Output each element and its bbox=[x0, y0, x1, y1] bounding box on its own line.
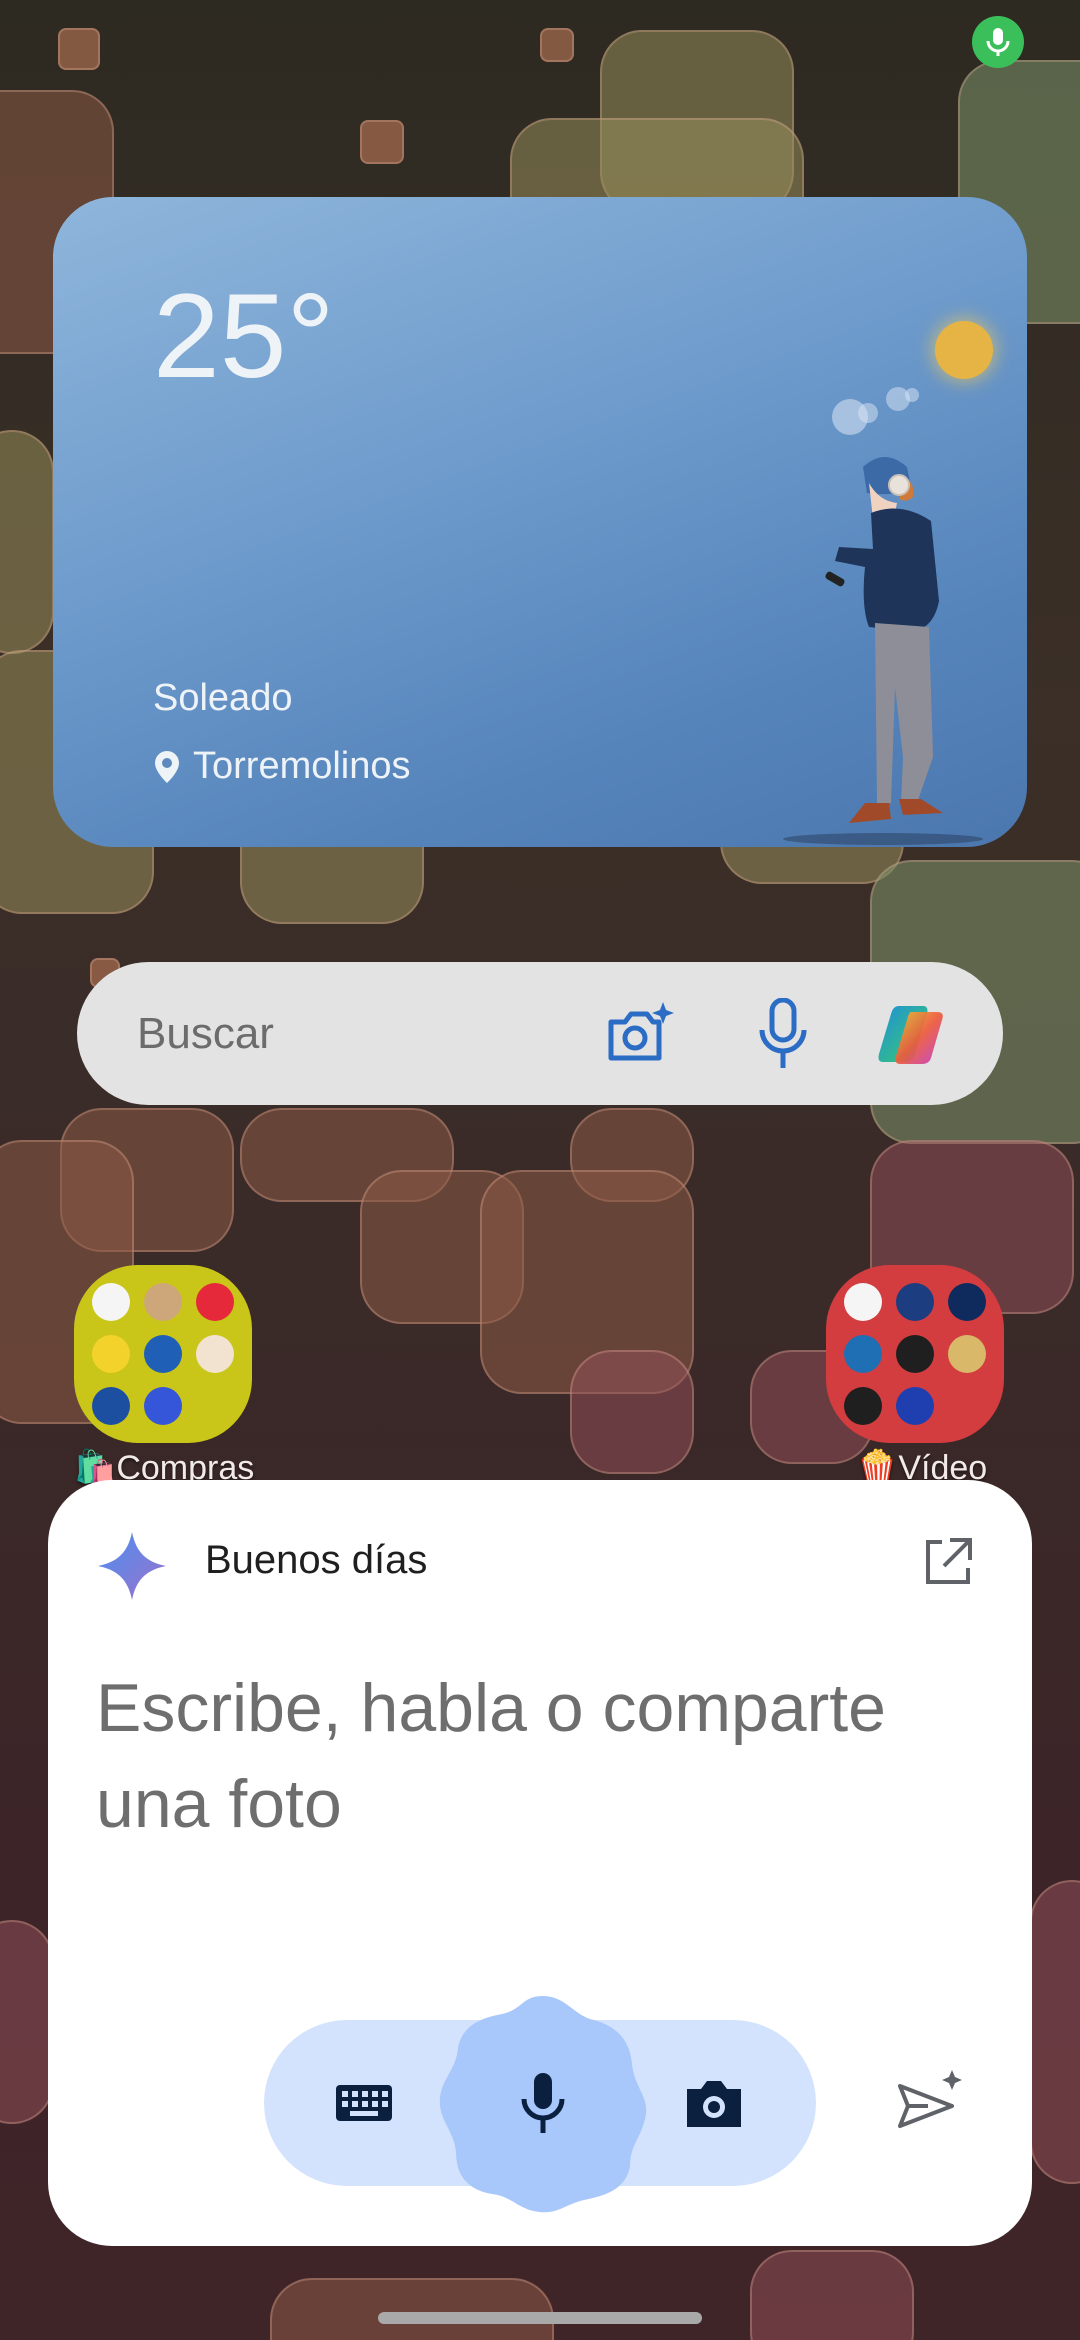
folder-compras[interactable] bbox=[74, 1265, 252, 1443]
person-illustration bbox=[783, 457, 983, 845]
prompt-input[interactable]: Escribe, habla o comparte una foto bbox=[96, 1660, 996, 1852]
tdt-channels-icon bbox=[896, 1283, 934, 1321]
mic-in-use-indicator[interactable] bbox=[972, 16, 1024, 68]
greeting: Buenos días bbox=[205, 1538, 428, 1582]
wallpaper-tile bbox=[58, 28, 100, 70]
wallpaper-tile bbox=[540, 28, 574, 62]
ikea-icon bbox=[92, 1335, 130, 1373]
voice-input-button[interactable] bbox=[434, 1990, 652, 2216]
wallpaper-tile bbox=[750, 2250, 914, 2340]
wallet-app-icon bbox=[144, 1387, 182, 1425]
wallpaper-tile bbox=[1030, 1880, 1080, 2184]
amazon-icon bbox=[144, 1283, 182, 1321]
streaming-app-icon bbox=[844, 1387, 882, 1425]
wallpaper-tile bbox=[360, 120, 404, 164]
input-mode-controls bbox=[264, 1996, 816, 2213]
max-icon bbox=[896, 1387, 934, 1425]
weather-location: Torremolinos bbox=[153, 745, 411, 788]
voice-search-mic-icon[interactable] bbox=[747, 998, 819, 1070]
wallpaper-tile bbox=[270, 2278, 554, 2340]
weather-condition: Soleado bbox=[153, 677, 293, 719]
plex-icon bbox=[896, 1335, 934, 1373]
search-bar[interactable]: Buscar bbox=[77, 962, 1003, 1105]
disney-plus-icon bbox=[948, 1283, 986, 1321]
burger-king-icon bbox=[196, 1335, 234, 1373]
location-name: Torremolinos bbox=[193, 745, 411, 787]
gemini-assistant-panel: Buenos días Escribe, habla o comparte un… bbox=[48, 1480, 1032, 2246]
prime-video-icon bbox=[844, 1335, 882, 1373]
open-external-icon[interactable] bbox=[920, 1536, 974, 1590]
cloud-puffs bbox=[832, 387, 919, 435]
camera-icon bbox=[687, 2081, 741, 2127]
keyboard-icon bbox=[336, 2085, 392, 2121]
temperature: 25° bbox=[153, 269, 335, 403]
wallpaper-tile bbox=[570, 1350, 694, 1474]
google-play-icon bbox=[92, 1283, 130, 1321]
search-placeholder: Buscar bbox=[137, 1008, 274, 1058]
weather-widget[interactable]: 25° Soleado Torremolinos bbox=[53, 197, 1027, 847]
wallpaper-tile bbox=[0, 430, 54, 654]
media-app-icon bbox=[948, 1335, 986, 1373]
mic-icon bbox=[521, 2073, 565, 2133]
folder-apps bbox=[844, 1283, 986, 1425]
mic-icon bbox=[986, 28, 1010, 56]
copilot-icon[interactable] bbox=[877, 998, 949, 1070]
folder-apps bbox=[92, 1283, 234, 1425]
youtube-icon bbox=[844, 1283, 882, 1321]
carrefour-icon bbox=[144, 1335, 182, 1373]
paypal-icon bbox=[92, 1387, 130, 1425]
shopping-bag-icon bbox=[196, 1283, 234, 1321]
keyboard-button[interactable] bbox=[324, 2068, 404, 2138]
lens-camera-icon[interactable] bbox=[603, 998, 675, 1070]
send-sparkle-icon[interactable] bbox=[894, 2066, 966, 2138]
gemini-sparkle-icon bbox=[98, 1532, 166, 1600]
folder-video[interactable] bbox=[826, 1265, 1004, 1443]
location-pin-icon bbox=[155, 750, 179, 783]
camera-button[interactable] bbox=[674, 2068, 754, 2138]
wallpaper-tile bbox=[0, 1920, 54, 2124]
home-indicator[interactable] bbox=[378, 2312, 702, 2324]
